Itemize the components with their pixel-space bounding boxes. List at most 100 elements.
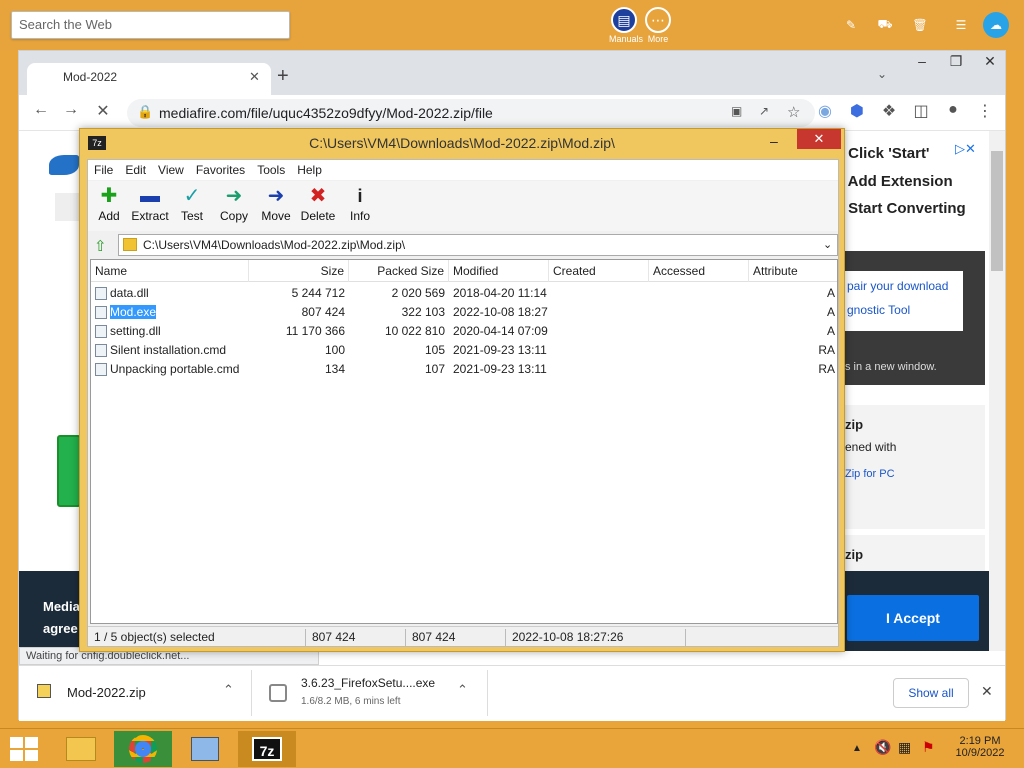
trash-icon[interactable]: 🗑 [907, 12, 933, 38]
extract-button[interactable]: ▬ Extract [129, 181, 171, 223]
extensions-puzzle-icon[interactable]: ❖ [877, 101, 901, 121]
col-accessed[interactable]: Accessed [649, 260, 749, 282]
menu-favorites[interactable]: Favorites [190, 160, 251, 180]
info-label: Info [349, 209, 370, 223]
download-item-2-name[interactable]: 3.6.23_FirefoxSetu....exe [301, 676, 435, 690]
close-window-button[interactable]: ✕ [975, 53, 1005, 70]
scrollbar-thumb[interactable] [991, 151, 1003, 271]
chrome-menu-icon[interactable]: ⋮ [973, 101, 997, 121]
file-attr-cell: RA [818, 343, 835, 357]
minimize-button[interactable]: – [907, 53, 937, 69]
zip-info-card: zip ened with Zip for PC [839, 405, 985, 529]
download-button-fragment[interactable] [57, 435, 81, 507]
ad-line-2: ) Add Extension [839, 173, 953, 190]
network-icon[interactable]: ▦ [898, 739, 911, 756]
menu-tools[interactable]: Tools [251, 160, 291, 180]
file-name-cell: Unpacking portable.cmd [91, 360, 249, 379]
file-modified-cell: 2022-10-08 18:27 [453, 305, 548, 319]
file-row[interactable]: Unpacking portable.cmd 134 107 2021-09-23 1… [91, 360, 837, 379]
col-attribute[interactable]: Attribute [749, 260, 837, 282]
more-dots-icon: ⋯ [645, 7, 671, 33]
show-all-button[interactable]: Show all [893, 678, 969, 708]
zip-for-pc-link[interactable]: Zip for PC [839, 454, 985, 480]
manuals-button[interactable]: ▤ Manuals [609, 7, 643, 44]
sevenzip-minimize-button[interactable]: – [770, 133, 778, 149]
share-icon[interactable]: ↗ [759, 104, 769, 118]
file-list: Name Size Packed Size Modified Created A… [90, 259, 838, 624]
up-folder-icon[interactable]: ⇧ [94, 237, 107, 255]
page-scrollbar[interactable] [989, 131, 1005, 651]
side-panel-icon[interactable]: ◫ [909, 101, 933, 121]
col-name[interactable]: Name [91, 260, 249, 282]
col-created[interactable]: Created [549, 260, 649, 282]
menu-view[interactable]: View [152, 160, 190, 180]
action-center-icon[interactable]: ⚑ [922, 739, 935, 756]
tab-close-icon[interactable]: ✕ [249, 63, 267, 91]
info-button[interactable]: i Info [339, 181, 381, 223]
sevenzip-taskbar-icon[interactable]: 7z [238, 731, 296, 767]
search-web-input[interactable]: Search the Web [11, 11, 290, 39]
ad-choices-icon[interactable]: ▷✕ [955, 141, 976, 157]
add-label: Add [98, 209, 120, 223]
copy-button[interactable]: ➜ Copy [213, 181, 255, 223]
new-tab-button[interactable]: + [277, 65, 289, 88]
maximize-button[interactable]: ❐ [941, 53, 971, 70]
file-attr-cell: A [826, 286, 835, 300]
ad-line-3: ) Start Converting [839, 200, 966, 217]
delete-button[interactable]: ✖ Delete [297, 181, 339, 223]
stop-loading-icon[interactable]: ✕ [91, 101, 115, 121]
menu-help[interactable]: Help [291, 160, 328, 180]
file-attr-cell: RA [818, 362, 835, 376]
car-icon[interactable]: ⛟ [872, 12, 898, 38]
tab-mod-2022[interactable]: Mod-2022 ✕ [27, 63, 271, 95]
windows-start-icon[interactable] [10, 737, 38, 761]
file-name-cell: Silent installation.cmd [91, 341, 249, 360]
menu-file[interactable]: File [88, 160, 119, 180]
col-packed-size[interactable]: Packed Size [349, 260, 449, 282]
address-bar[interactable]: 🔒 mediafire.com/file/uquc4352zo9dfyy/Mod… [127, 99, 815, 127]
sevenzip-path-input[interactable]: C:\Users\VM4\Downloads\Mod-2022.zip\Mod.… [118, 234, 838, 256]
extension-hex-icon[interactable]: ⬢ [845, 101, 869, 121]
back-icon[interactable]: ← [29, 101, 53, 119]
accept-cookies-button[interactable]: I Accept [847, 595, 979, 641]
chevron-down-icon[interactable]: ⌄ [877, 67, 887, 81]
col-size[interactable]: Size [249, 260, 349, 282]
download-chevron-up-icon[interactable]: ⌃ [223, 682, 234, 698]
diagnostic-link[interactable]: gnostic Tool [839, 301, 963, 319]
sevenzip-close-button[interactable]: ✕ [797, 129, 841, 149]
profile-avatar-icon[interactable]: ● [941, 101, 965, 119]
download-item-name[interactable]: Mod-2022.zip [67, 685, 146, 700]
download-2-chevron-up-icon[interactable]: ⌃ [457, 682, 468, 698]
clock[interactable]: 2:19 PM 10/9/2022 [950, 735, 1010, 759]
close-shelf-icon[interactable]: ✕ [981, 683, 993, 700]
install-icon[interactable]: ▣ [731, 104, 742, 118]
download-shelf: Mod-2022.zip ⌃ 3.6.23_FirefoxSetu....exe… [19, 665, 1005, 721]
volume-muted-icon[interactable]: 🔇 [874, 739, 891, 756]
weather-icon[interactable]: ☁ [983, 12, 1009, 38]
file-explorer-icon[interactable] [52, 731, 110, 767]
file-row[interactable]: data.dll 5 244 712 2 020 569 2018-04-20 11:… [91, 284, 837, 303]
file-row[interactable]: Silent installation.cmd 100 105 2021-09-23 … [91, 341, 837, 360]
control-panel-icon[interactable] [176, 731, 234, 767]
sevenzip-statusbar: 1 / 5 object(s) selected 807 424 807 424… [88, 626, 838, 647]
menu-edit[interactable]: Edit [119, 160, 152, 180]
repair-link[interactable]: pair your download [839, 271, 963, 301]
col-modified[interactable]: Modified [449, 260, 549, 282]
add-button[interactable]: ✚ Add [88, 181, 130, 223]
clock-time: 2:19 PM [959, 735, 1001, 747]
move-button[interactable]: ➜ Move [255, 181, 297, 223]
extension-shield-icon[interactable]: ◉ [813, 101, 837, 121]
test-button[interactable]: ✓ Test [171, 181, 213, 223]
forward-icon[interactable]: → [59, 101, 83, 119]
chrome-taskbar-icon[interactable] [114, 731, 172, 767]
tray-chevron-icon[interactable]: ▲ [852, 743, 862, 754]
more-button[interactable]: ⋯ More [643, 7, 673, 44]
path-dropdown-icon[interactable]: ⌄ [823, 235, 832, 255]
forms-icon[interactable]: ✎ [838, 12, 864, 38]
file-row[interactable]: Mod.exe 807 424 322 103 2022-10-08 18:27 A [91, 303, 837, 322]
folder-icon [123, 238, 137, 251]
menu-icon[interactable]: ☰ [948, 12, 974, 38]
star-icon[interactable]: ☆ [787, 103, 800, 121]
repair-box[interactable]: pair your download gnostic Tool [839, 271, 963, 331]
file-row[interactable]: setting.dll 11 170 366 10 022 810 2020-04-1… [91, 322, 837, 341]
